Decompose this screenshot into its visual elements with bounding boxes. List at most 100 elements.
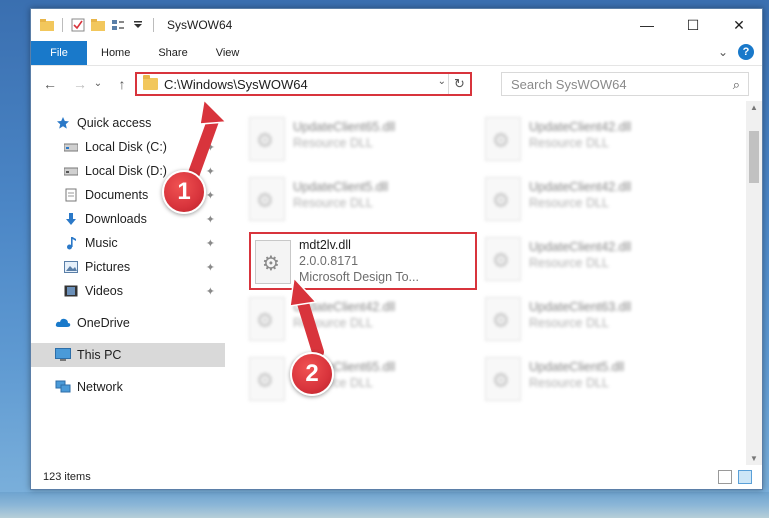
drive-icon: [63, 139, 79, 155]
tab-file[interactable]: File: [31, 41, 87, 65]
file-tile[interactable]: UpdateClient5.dll Resource DLL: [481, 351, 706, 407]
download-icon: [63, 211, 79, 227]
drive-icon: [63, 163, 79, 179]
file-version: 2.0.0.8171: [299, 254, 359, 268]
dll-file-icon: [485, 177, 521, 221]
tiles-view-icon[interactable]: [738, 470, 752, 484]
item-count: 123 items: [43, 471, 91, 483]
sidebar-item-onedrive[interactable]: OneDrive: [31, 311, 225, 335]
search-placeholder: Search SysWOW64: [511, 76, 627, 92]
sidebar-item-videos[interactable]: Videos ✦: [31, 279, 225, 303]
dll-file-icon: [249, 177, 285, 221]
view-toggle: [718, 470, 752, 484]
sidebar-item-network[interactable]: Network: [31, 375, 225, 399]
file-description: Resource DLL: [293, 316, 373, 330]
pin-icon[interactable]: ✦: [206, 261, 215, 274]
file-list: UpdateClient65.dll Resource DLL UpdateCli…: [225, 101, 762, 465]
videos-icon: [63, 283, 79, 299]
address-bar[interactable]: C:\Windows\SysWOW64 ⌄ ↻: [135, 72, 472, 96]
window-title: SysWOW64: [167, 18, 233, 32]
details-view-icon[interactable]: [718, 470, 732, 484]
pin-icon[interactable]: ✦: [206, 237, 215, 250]
scrollbar-thumb[interactable]: [749, 131, 759, 183]
tab-home[interactable]: Home: [87, 41, 144, 65]
minimize-button[interactable]: —: [624, 9, 670, 41]
file-tile[interactable]: UpdateClient65.dllResource DLL: [245, 351, 470, 407]
up-button[interactable]: ↑: [111, 73, 133, 95]
search-input[interactable]: Search SysWOW64 ⌕: [501, 72, 749, 96]
refresh-icon[interactable]: ↻: [448, 74, 470, 94]
pictures-icon: [63, 259, 79, 275]
customize-toolbar-chevron-icon[interactable]: [130, 17, 146, 33]
properties-icon[interactable]: [70, 17, 86, 33]
expand-ribbon-chevron-icon[interactable]: ⌄: [718, 45, 728, 59]
view-options-icon[interactable]: [110, 17, 126, 33]
maximize-button[interactable]: ☐: [670, 9, 716, 41]
dll-file-icon: [485, 357, 521, 401]
scroll-up-arrow-icon[interactable]: ▲: [750, 103, 758, 112]
sidebar-item-this-pc[interactable]: This PC: [31, 343, 225, 367]
file-tile[interactable]: UpdateClient65.dllResource DLL: [245, 111, 470, 167]
new-folder-icon[interactable]: [90, 17, 106, 33]
pin-icon[interactable]: ✦: [206, 285, 215, 298]
file-name: UpdateClient5.dll: [293, 180, 389, 194]
close-button[interactable]: ✕: [716, 9, 762, 41]
callout-step-2: 2: [290, 352, 334, 396]
pin-icon[interactable]: ✦: [206, 189, 215, 202]
file-description: Resource DLL: [293, 196, 373, 210]
vertical-scrollbar[interactable]: ▲ ▼: [746, 101, 762, 465]
sidebar-item-pictures[interactable]: Pictures ✦: [31, 255, 225, 279]
scroll-down-arrow-icon[interactable]: ▼: [750, 454, 758, 463]
window-controls: — ☐ ✕: [624, 9, 762, 41]
search-icon[interactable]: ⌕: [733, 77, 740, 93]
file-name: UpdateClient5.dll: [529, 360, 625, 374]
ribbon-tabs: File Home Share View ⌄ ?: [31, 41, 762, 65]
tab-view[interactable]: View: [202, 41, 254, 65]
documents-icon: [63, 187, 79, 203]
star-icon: [55, 115, 71, 131]
file-explorer-window: SysWOW64 — ☐ ✕ File Home Share View ⌄ ? …: [30, 8, 763, 490]
file-tile[interactable]: UpdateClient42.dll Resource DLL: [245, 291, 470, 347]
forward-button[interactable]: →: [69, 73, 91, 95]
main-content: Quick access Local Disk (C:) ✦ Local Dis…: [31, 101, 762, 465]
dll-file-icon: [485, 297, 521, 341]
desktop-background: [0, 492, 769, 518]
pin-icon[interactable]: ✦: [206, 141, 215, 154]
cloud-icon: [55, 315, 71, 331]
file-tile[interactable]: UpdateClient42.dll Resource DLL: [481, 171, 706, 227]
sidebar-item-label: Music: [85, 236, 118, 250]
dll-file-icon: [249, 117, 285, 161]
toolbar-divider: [153, 18, 154, 32]
sidebar-item-label: Network: [77, 380, 123, 394]
sidebar-item-label: This PC: [77, 348, 122, 362]
file-tile-mdt2lv[interactable]: mdt2lv.dll 2.0.0.8171 Microsoft Design T…: [249, 232, 477, 290]
computer-icon: [55, 347, 71, 363]
tab-share[interactable]: Share: [144, 41, 201, 65]
file-tile[interactable]: UpdateClient42.dll Resource DLL: [481, 231, 706, 287]
title-bar: SysWOW64 — ☐ ✕: [31, 9, 762, 41]
dll-file-icon: [485, 117, 521, 161]
address-dropdown-chevron-icon[interactable]: ⌄: [438, 76, 446, 87]
sidebar-item-music[interactable]: Music ✦: [31, 231, 225, 255]
folder-icon: [143, 75, 158, 90]
pin-icon[interactable]: ✦: [206, 213, 215, 226]
pin-icon[interactable]: ✦: [206, 165, 215, 178]
callout-step-1: 1: [162, 170, 206, 214]
sidebar-item-quick-access[interactable]: Quick access: [31, 111, 225, 135]
back-button[interactable]: ←: [39, 73, 61, 95]
file-tile[interactable]: UpdateClient5.dll Resource DLL: [245, 171, 470, 227]
file-tile[interactable]: UpdateClient63.dll Resource DLL: [481, 291, 706, 347]
recent-locations-chevron-icon[interactable]: ⌄: [91, 73, 105, 95]
sidebar-item-label: Local Disk (D:): [85, 164, 167, 178]
file-description: Resource DLL: [529, 196, 609, 210]
file-tile[interactable]: UpdateClient42.dll Resource DLL: [481, 111, 706, 167]
file-name: UpdateClient42.dll: [529, 120, 632, 134]
music-icon: [63, 235, 79, 251]
file-name: UpdateClient42.dll: [293, 300, 396, 314]
help-icon[interactable]: ?: [738, 44, 754, 60]
sidebar-item-local-disk-c[interactable]: Local Disk (C:) ✦: [31, 135, 225, 159]
address-path[interactable]: C:\Windows\SysWOW64: [164, 77, 308, 92]
navigation-bar: ← → ⌄ ↑ C:\Windows\SysWOW64 ⌄ ↻ Search S…: [31, 65, 762, 101]
sidebar-item-label: Local Disk (C:): [85, 140, 167, 154]
sidebar-item-downloads[interactable]: Downloads ✦: [31, 207, 225, 231]
